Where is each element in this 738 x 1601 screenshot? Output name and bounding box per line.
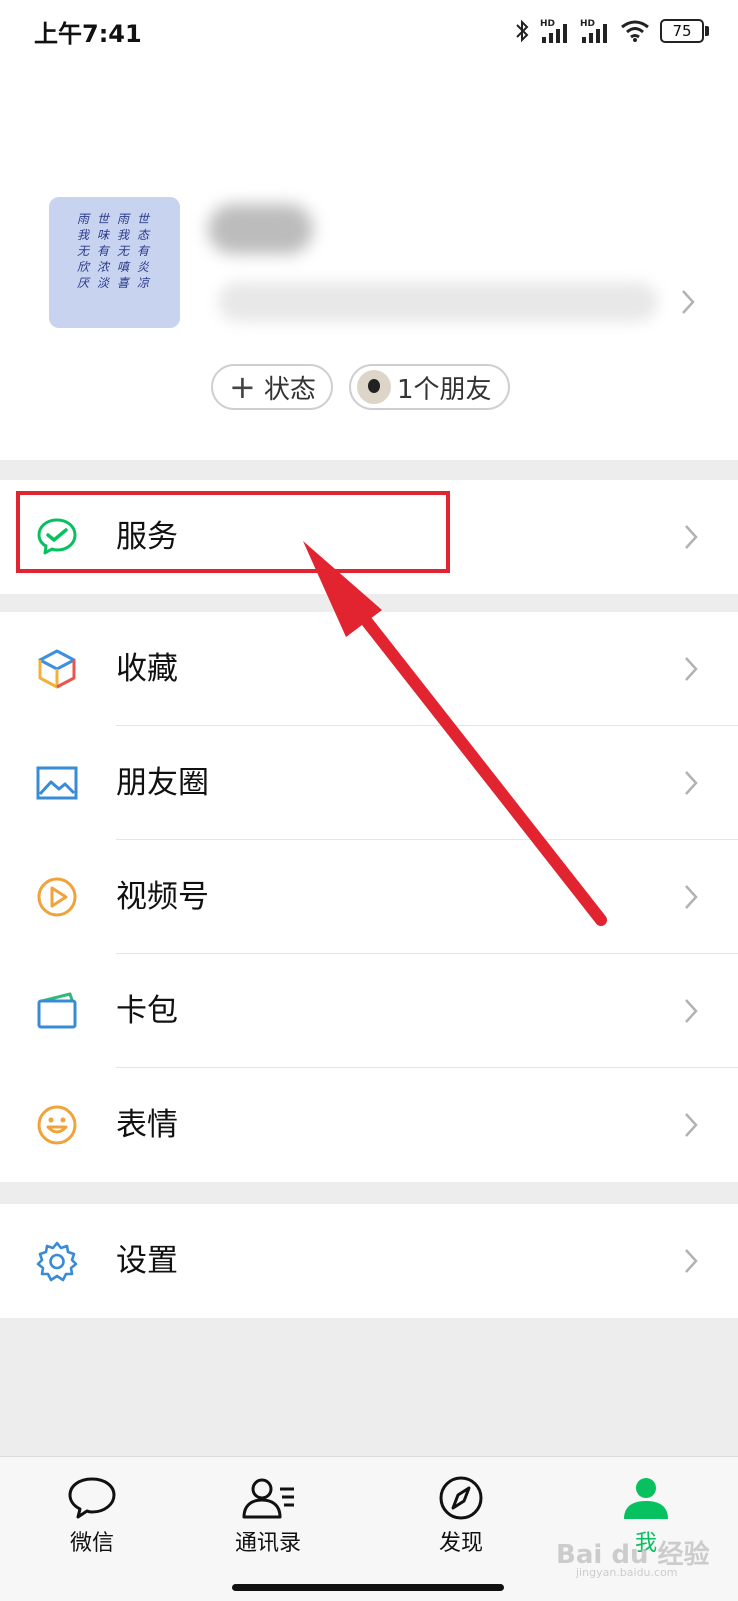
chevron-right-icon xyxy=(685,1113,698,1137)
menu-item-label: 设置 xyxy=(116,1243,178,1279)
home-indicator[interactable] xyxy=(232,1584,504,1591)
tab-chats[interactable]: 微信 xyxy=(37,1475,147,1557)
smiley-icon xyxy=(36,1104,78,1146)
chevron-right-icon xyxy=(685,999,698,1023)
tab-label: 微信 xyxy=(69,1531,114,1556)
red-arrow-annotation xyxy=(303,541,607,926)
menu-item-settings[interactable]: 设置 xyxy=(0,1204,738,1318)
menu-item-label: 表情 xyxy=(116,1107,178,1143)
tab-label: 发现 xyxy=(438,1531,483,1556)
tab-discover[interactable]: 发现 xyxy=(406,1475,516,1557)
tab-label: 通讯录 xyxy=(234,1531,301,1556)
contacts-icon xyxy=(242,1478,294,1519)
chat-bubble-icon xyxy=(68,1477,116,1519)
person-icon xyxy=(624,1478,668,1519)
bottom-tab-bar: 微信 通讯录 发现 我 xyxy=(0,1456,738,1601)
chevron-right-icon xyxy=(685,1249,698,1273)
menu-item-stickers[interactable]: 表情 xyxy=(0,1068,738,1182)
tab-contacts[interactable]: 通讯录 xyxy=(213,1475,323,1557)
compass-icon xyxy=(439,1476,483,1520)
baidu-watermark-url: jingyan.baidu.com xyxy=(576,1566,678,1579)
settings-group: 设置 xyxy=(0,1204,738,1318)
gear-icon xyxy=(36,1240,78,1282)
